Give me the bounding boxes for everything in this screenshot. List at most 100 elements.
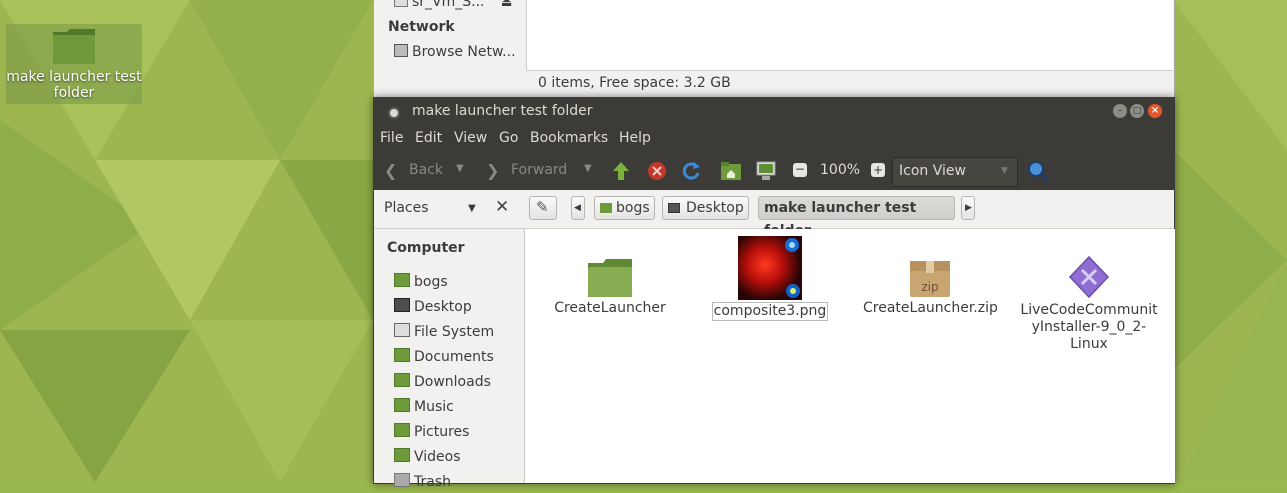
pictures-folder-icon (394, 423, 410, 437)
forward-label: Forward (511, 162, 568, 178)
file-label-line: Linux (1070, 336, 1108, 352)
reload-icon[interactable] (680, 159, 702, 183)
eject-icon[interactable]: ⏏ (501, 0, 512, 9)
videos-folder-icon (394, 448, 410, 462)
file-view[interactable]: CreateLauncher composite3.png zip Create… (524, 229, 1175, 483)
chevron-down-icon[interactable]: ▼ (584, 163, 592, 174)
status-bar-text: 0 items, Free space: 3.2 GB (538, 75, 731, 91)
breadcrumb-label: bogs (616, 200, 650, 216)
search-icon[interactable] (1026, 159, 1050, 183)
downloads-folder-icon (394, 373, 410, 387)
network-heading: Network (388, 19, 455, 35)
edit-location-button[interactable]: ✎ (529, 196, 557, 220)
breadcrumb-desktop[interactable]: Desktop (662, 196, 749, 220)
chevron-down-icon: ▼ (1001, 166, 1008, 176)
drive-icon (394, 0, 408, 7)
file-label: composite3.png (711, 302, 829, 321)
computer-icon[interactable] (755, 160, 777, 182)
minimize-button[interactable]: – (1113, 104, 1127, 118)
drive-icon (394, 323, 410, 337)
zip-badge: zip (921, 280, 939, 294)
file-label-line: yInstaller-9_0_2- (1031, 319, 1147, 335)
sidebar-item-downloads[interactable]: Downloads (394, 371, 491, 393)
up-arrow-icon[interactable] (611, 160, 631, 182)
forward-button[interactable]: ❯ Forward ▼ (484, 158, 592, 184)
location-bar: Places ▼ ✕ ✎ ◀ bogs Desktop make launche… (374, 190, 1174, 239)
background-file-window[interactable]: sr_Vm_S... ⏏ Network Browse Netw... 0 it… (373, 0, 1175, 97)
menu-edit[interactable]: Edit (415, 130, 442, 146)
sidebar-item-trash[interactable]: Trash (394, 471, 451, 493)
sidebar-item-label: Documents (414, 349, 494, 365)
sidebar-item-bogs[interactable]: bogs (394, 271, 448, 293)
documents-folder-icon (394, 348, 410, 362)
file-label: CreateLauncher.zip (863, 300, 998, 316)
sidebar-item-label: Pictures (414, 424, 470, 440)
back-label: Back (409, 162, 443, 178)
folder-icon (53, 29, 95, 64)
sidebar-item-label: Desktop (414, 299, 472, 315)
sidebar-item-label: Browse Netw... (412, 44, 516, 60)
sidebar-item-browse-network[interactable]: Browse Netw... (394, 44, 516, 60)
trash-icon (394, 473, 410, 487)
image-thumbnail (738, 236, 802, 300)
menu-file[interactable]: File (380, 130, 403, 146)
sidebar-item-label: File System (414, 324, 495, 340)
sidebar-item-label: sr_Vm_S... (412, 0, 485, 10)
chevron-down-icon: ▼ (468, 203, 476, 214)
close-sidebar-icon[interactable]: ✕ (495, 197, 509, 217)
file-label: CreateLauncher (554, 300, 666, 316)
desktop-folder-icon-item[interactable]: make launcher test folder (6, 24, 142, 104)
sidebar-item-videos[interactable]: Videos (394, 446, 461, 468)
view-mode-select[interactable]: Icon View ▼ (892, 157, 1018, 187)
desktop-folder-label: make launcher test folder (6, 69, 142, 101)
sidebar-item-label: Videos (414, 449, 461, 465)
file-item-createlauncher-zip[interactable]: zip CreateLauncher.zip (863, 257, 998, 317)
desktop-icon (668, 203, 680, 213)
close-button[interactable]: × (1148, 104, 1162, 118)
desktop-icon (394, 298, 410, 312)
file-item-composite3[interactable]: composite3.png (705, 236, 835, 321)
menu-go[interactable]: Go (499, 130, 518, 146)
file-label: LiveCodeCommunit yInstaller-9_0_2- Linux (1019, 302, 1159, 353)
sidebar-heading-computer: Computer (387, 240, 465, 256)
breadcrumb-bogs[interactable]: bogs (594, 196, 655, 220)
chevron-down-icon[interactable]: ▼ (456, 163, 464, 174)
sidebar-item-label: Downloads (414, 374, 491, 390)
folder-icon (588, 259, 632, 297)
sidebar-item-pictures[interactable]: Pictures (394, 421, 469, 443)
file-item-createlauncher[interactable]: CreateLauncher (547, 257, 673, 317)
sidebar-item-file-system[interactable]: File System (394, 321, 494, 343)
sidebar-item-documents[interactable]: Documents (394, 346, 494, 368)
sidebar-item-music[interactable]: Music (394, 396, 454, 418)
back-button[interactable]: ❮ Back ▼ (382, 158, 470, 184)
window-menu-icon[interactable] (388, 107, 400, 119)
breadcrumb-current-folder[interactable]: make launcher test folder (758, 196, 955, 239)
menu-view[interactable]: View (454, 130, 487, 146)
places-label: Places (384, 200, 429, 216)
sidebar-item-label: bogs (414, 274, 448, 290)
breadcrumb-scroll-left[interactable]: ◀ (571, 196, 585, 220)
music-folder-icon (394, 398, 410, 412)
home-folder-icon (394, 273, 410, 287)
menu-help[interactable]: Help (619, 130, 651, 146)
back-arrow-icon: ❮ (384, 161, 398, 180)
back-window-content[interactable] (526, 0, 1173, 71)
file-manager-window[interactable]: make launcher test folder – □ × File Edi… (373, 97, 1175, 490)
file-item-livecode-installer[interactable]: LiveCodeCommunit yInstaller-9_0_2- Linux (1019, 254, 1159, 353)
zoom-in-icon[interactable]: + (871, 163, 885, 177)
sidebar-item-desktop[interactable]: Desktop (394, 296, 472, 318)
home-folder-icon[interactable] (720, 161, 742, 181)
zoom-level: 100% (820, 162, 861, 178)
places-sidebar: Computer bogs Desktop File System Docume… (374, 229, 522, 490)
toolbar: ❮ Back ▼ ❯ Forward ▼ − 100% + Icon View … (374, 152, 1174, 191)
view-mode-label: Icon View (899, 163, 966, 179)
stop-icon[interactable] (646, 160, 668, 182)
title-bar[interactable]: make launcher test folder – □ × (374, 98, 1174, 126)
network-icon (394, 44, 408, 57)
menu-bookmarks[interactable]: Bookmarks (530, 130, 608, 146)
sidebar-item-sr-vm[interactable]: sr_Vm_S... ⏏ (394, 0, 512, 10)
breadcrumb-scroll-right[interactable]: ▶ (961, 196, 975, 220)
maximize-button[interactable]: □ (1130, 104, 1144, 118)
zoom-out-icon[interactable]: − (793, 163, 807, 177)
places-dropdown[interactable]: Places ▼ (380, 199, 480, 221)
